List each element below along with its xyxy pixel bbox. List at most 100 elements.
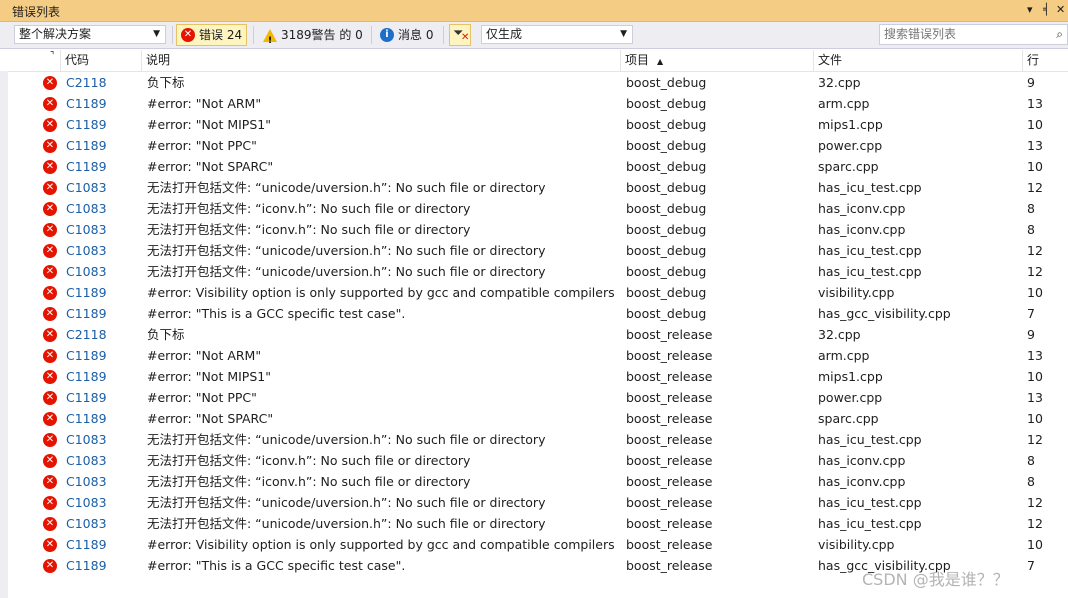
table-row[interactable]: ✕ C1083 无法打开包括文件: “iconv.h”: No such file … bbox=[0, 471, 1068, 492]
error-code-link[interactable]: C1189 bbox=[66, 282, 107, 303]
search-icon[interactable]: ⌕ bbox=[1056, 25, 1063, 44]
error-code-link[interactable]: C1189 bbox=[66, 534, 107, 555]
column-header-icon[interactable]: ⌝ bbox=[8, 50, 60, 71]
left-gutter bbox=[0, 71, 8, 598]
error-file: visibility.cpp bbox=[818, 537, 895, 552]
error-description: 负下标 bbox=[147, 75, 185, 90]
error-code-link[interactable]: C1189 bbox=[66, 303, 107, 324]
table-row[interactable]: ✕ C2118 负下标 boost_release 32.cpp 9 bbox=[0, 324, 1068, 345]
error-code-link[interactable]: C1083 bbox=[66, 450, 107, 471]
column-header-project[interactable]: 项目 ▲ bbox=[620, 50, 813, 71]
table-row[interactable]: ✕ C1189 #error: "This is a GCC specific te… bbox=[0, 303, 1068, 324]
warnings-filter-button[interactable]: ! 3189警告 的 0 bbox=[258, 24, 368, 46]
error-line: 12 bbox=[1027, 264, 1043, 279]
warning-icon: ! bbox=[263, 28, 277, 46]
error-file: has_iconv.cpp bbox=[818, 222, 906, 237]
table-row[interactable]: ✕ C1083 无法打开包括文件: “unicode/uversion.h”: No… bbox=[0, 492, 1068, 513]
error-project: boost_release bbox=[626, 327, 713, 342]
build-filter-dropdown[interactable]: 仅生成 ▼ bbox=[481, 25, 633, 44]
error-project: boost_debug bbox=[626, 180, 707, 195]
table-row[interactable]: ✕ C1189 #error: "Not PPC" boost_release powe… bbox=[0, 387, 1068, 408]
window-dropdown-icon[interactable]: ▾ bbox=[1027, 3, 1033, 16]
error-icon: ✕ bbox=[43, 160, 57, 174]
filter-clear-icon: ✕ bbox=[461, 32, 470, 43]
error-code-link[interactable]: C1189 bbox=[66, 366, 107, 387]
chevron-down-icon: ▼ bbox=[153, 29, 160, 39]
error-line: 10 bbox=[1027, 285, 1043, 300]
errors-filter-button[interactable]: ✕ 错误 24 bbox=[176, 24, 248, 46]
table-row[interactable]: ✕ C1189 #error: "Not MIPS1" boost_debug mips… bbox=[0, 114, 1068, 135]
error-code-link[interactable]: C1189 bbox=[66, 156, 107, 177]
column-header-line[interactable]: 行 bbox=[1022, 50, 1068, 71]
error-file: 32.cpp bbox=[818, 327, 861, 342]
table-row[interactable]: ✕ C1189 #error: "Not MIPS1" boost_release mi… bbox=[0, 366, 1068, 387]
table-row[interactable]: ✕ C1189 #error: "Not SPARC" boost_debug spar… bbox=[0, 156, 1068, 177]
error-code-link[interactable]: C1189 bbox=[66, 93, 107, 114]
error-icon: ✕ bbox=[43, 202, 57, 216]
scope-dropdown[interactable]: 整个解决方案 ▼ bbox=[14, 25, 166, 44]
table-row[interactable]: ✕ C1189 #error: Visibility option is only … bbox=[0, 534, 1068, 555]
table-row[interactable]: ✕ C1083 无法打开包括文件: “iconv.h”: No such file … bbox=[0, 198, 1068, 219]
messages-filter-button[interactable]: i 消息 0 bbox=[375, 24, 438, 46]
error-file: has_iconv.cpp bbox=[818, 453, 906, 468]
table-row[interactable]: ✕ C1083 无法打开包括文件: “iconv.h”: No such file … bbox=[0, 219, 1068, 240]
error-code-link[interactable]: C1189 bbox=[66, 555, 107, 576]
error-code-link[interactable]: C1189 bbox=[66, 387, 107, 408]
error-code-link[interactable]: C1189 bbox=[66, 345, 107, 366]
error-project: boost_release bbox=[626, 474, 713, 489]
table-row[interactable]: ✕ C2118 负下标 boost_debug 32.cpp 9 bbox=[0, 72, 1068, 93]
error-code-link[interactable]: C1189 bbox=[66, 408, 107, 429]
pin-icon[interactable]: ╡ bbox=[1043, 3, 1050, 16]
error-code-link[interactable]: C1083 bbox=[66, 240, 107, 261]
table-row[interactable]: ✕ C1189 #error: "Not ARM" boost_release arm.… bbox=[0, 345, 1068, 366]
error-code-link[interactable]: C1083 bbox=[66, 219, 107, 240]
error-code-link[interactable]: C1083 bbox=[66, 513, 107, 534]
search-input[interactable] bbox=[884, 27, 1044, 41]
table-row[interactable]: ✕ C1083 无法打开包括文件: “unicode/uversion.h”: No… bbox=[0, 429, 1068, 450]
error-code-link[interactable]: C1083 bbox=[66, 198, 107, 219]
error-code-link[interactable]: C1189 bbox=[66, 114, 107, 135]
messages-count-label: 消息 0 bbox=[398, 28, 434, 42]
error-code-link[interactable]: C1083 bbox=[66, 177, 107, 198]
error-icon: ✕ bbox=[43, 391, 57, 405]
column-header-code[interactable]: 代码 bbox=[60, 50, 141, 71]
error-description: #error: "Not SPARC" bbox=[147, 411, 274, 426]
error-icon: ✕ bbox=[43, 139, 57, 153]
table-row[interactable]: ✕ C1083 无法打开包括文件: “unicode/uversion.h”: No… bbox=[0, 513, 1068, 534]
table-row[interactable]: ✕ C1083 无法打开包括文件: “unicode/uversion.h”: No… bbox=[0, 261, 1068, 282]
error-code-link[interactable]: C1083 bbox=[66, 471, 107, 492]
error-code-link[interactable]: C1083 bbox=[66, 492, 107, 513]
table-row[interactable]: ✕ C1083 无法打开包括文件: “unicode/uversion.h”: No… bbox=[0, 177, 1068, 198]
table-row[interactable]: ✕ C1083 无法打开包括文件: “unicode/uversion.h”: No… bbox=[0, 240, 1068, 261]
error-line: 12 bbox=[1027, 432, 1043, 447]
error-icon: ✕ bbox=[43, 265, 57, 279]
column-header-file[interactable]: 文件 bbox=[813, 50, 1022, 71]
error-project: boost_release bbox=[626, 453, 713, 468]
error-rows: ✕ C2118 负下标 boost_debug 32.cpp 9 ✕ C1189 #error:… bbox=[0, 72, 1068, 576]
error-icon: ✕ bbox=[181, 28, 195, 42]
table-row[interactable]: ✕ C1189 #error: Visibility option is only … bbox=[0, 282, 1068, 303]
table-row[interactable]: ✕ C1189 #error: "Not SPARC" boost_release sp… bbox=[0, 408, 1068, 429]
error-file: arm.cpp bbox=[818, 348, 870, 363]
clear-filter-button[interactable]: ⏷ ✕ bbox=[449, 24, 471, 46]
error-icon: ✕ bbox=[43, 559, 57, 573]
window-title: 错误列表 bbox=[12, 5, 61, 19]
error-description: #error: "Not ARM" bbox=[147, 96, 262, 111]
error-code-link[interactable]: C2118 bbox=[66, 324, 107, 345]
table-row[interactable]: ✕ C1189 #error: "Not PPC" boost_debug power.… bbox=[0, 135, 1068, 156]
close-icon[interactable]: ✕ bbox=[1056, 3, 1065, 16]
table-row[interactable]: ✕ C1083 无法打开包括文件: “iconv.h”: No such file … bbox=[0, 450, 1068, 471]
error-code-link[interactable]: C1189 bbox=[66, 135, 107, 156]
error-description: #error: "Not MIPS1" bbox=[147, 369, 271, 384]
error-code-link[interactable]: C1083 bbox=[66, 429, 107, 450]
error-code-link[interactable]: C1083 bbox=[66, 261, 107, 282]
column-header-description[interactable]: 说明 bbox=[141, 50, 620, 71]
search-box[interactable]: ⌕ bbox=[879, 24, 1068, 45]
error-line: 12 bbox=[1027, 495, 1043, 510]
table-row[interactable]: ✕ C1189 #error: "Not ARM" boost_debug arm.cp… bbox=[0, 93, 1068, 114]
error-project: boost_release bbox=[626, 558, 713, 573]
error-icon: ✕ bbox=[43, 307, 57, 321]
error-code-link[interactable]: C2118 bbox=[66, 72, 107, 93]
error-file: 32.cpp bbox=[818, 75, 861, 90]
error-description: 无法打开包括文件: “iconv.h”: No such file or dir… bbox=[147, 453, 471, 468]
